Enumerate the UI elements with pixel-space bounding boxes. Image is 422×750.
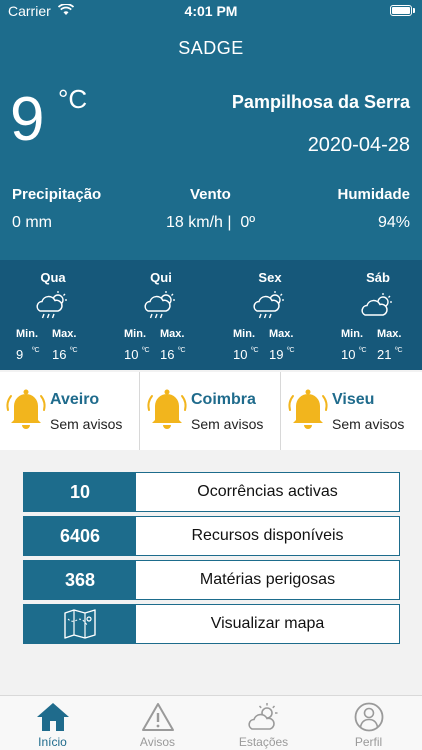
cloud-sun-icon xyxy=(248,703,278,730)
map-icon xyxy=(64,609,96,639)
app-title: SADGE xyxy=(178,38,244,58)
rain-cloud-sun-icon xyxy=(144,291,175,319)
forecast-day: Sáb Min. Max. 10 ºC 21 ºC xyxy=(325,260,422,370)
min-unit: ºC xyxy=(251,347,259,354)
max-label: Max. xyxy=(377,328,402,340)
max-temp: 16 xyxy=(160,347,175,362)
bell-icon xyxy=(147,389,187,429)
hazardous-materials-count: 368 xyxy=(24,561,136,599)
forecast-day: Qui Min. Max. 10 ºC 16 ºC xyxy=(108,260,214,370)
hazardous-materials-button[interactable]: 368 Matérias perigosas xyxy=(23,560,400,600)
precipitation-value: 0 mm xyxy=(12,214,52,231)
alert-card-coimbra[interactable]: Coimbra Sem avisos xyxy=(141,372,281,450)
current-temperature: 9 xyxy=(10,85,45,154)
user-icon xyxy=(354,702,384,732)
min-unit: ºC xyxy=(359,347,367,354)
humidity-label: Humidade xyxy=(337,186,410,203)
max-temp: 19 xyxy=(269,347,284,362)
active-occurrences-count: 10 xyxy=(24,473,136,511)
active-occurrences-button[interactable]: 10 Ocorrências activas xyxy=(23,472,400,512)
status-bar: Carrier 4:01 PM xyxy=(0,0,422,22)
alert-card-aveiro[interactable]: Aveiro Sem avisos xyxy=(0,372,140,450)
home-icon xyxy=(37,703,69,731)
city-name: Pampilhosa da Serra xyxy=(231,92,410,112)
alert-district-name: Aveiro xyxy=(50,391,100,408)
temperature-unit: °C xyxy=(58,84,88,114)
max-unit: ºC xyxy=(287,347,295,354)
max-temp: 21 xyxy=(377,347,392,362)
max-label: Max. xyxy=(160,328,185,340)
min-label: Min. xyxy=(233,328,255,340)
tab-inicio[interactable]: Início xyxy=(0,696,105,750)
bell-icon xyxy=(288,389,328,429)
max-unit: ºC xyxy=(70,347,78,354)
alert-card-viseu[interactable]: Viseu Sem avisos xyxy=(282,372,422,450)
available-resources-count: 6406 xyxy=(24,517,136,555)
forecast-day: Sex Min. Max. 10 ºC 19 ºC xyxy=(217,260,323,370)
min-temp: 10 xyxy=(124,347,139,362)
tab-label: Avisos xyxy=(139,735,176,749)
alert-status: Sem avisos xyxy=(50,416,123,432)
active-occurrences-label: Ocorrências activas xyxy=(197,483,338,500)
rain-cloud-sun-icon xyxy=(253,291,284,319)
tab-label: Perfil xyxy=(354,735,383,749)
max-temp: 16 xyxy=(52,347,67,362)
max-label: Max. xyxy=(52,328,77,340)
alert-status: Sem avisos xyxy=(332,416,405,432)
warning-icon xyxy=(142,703,174,731)
current-date: 2020-04-28 xyxy=(307,134,410,156)
min-temp: 10 xyxy=(233,347,248,362)
min-unit: ºC xyxy=(142,347,150,354)
min-unit: ºC xyxy=(32,347,40,354)
max-label: Max. xyxy=(269,328,294,340)
tab-avisos[interactable]: Avisos xyxy=(105,696,210,750)
min-label: Min. xyxy=(341,328,363,340)
min-label: Min. xyxy=(16,328,38,340)
alert-district-name: Coimbra xyxy=(191,391,256,408)
map-icon-cell xyxy=(24,605,136,643)
min-temp: 9 xyxy=(16,347,24,362)
humidity-value: 94% xyxy=(377,214,410,231)
cloud-sun-icon xyxy=(361,293,392,316)
min-label: Min. xyxy=(124,328,146,340)
forecast-day-name: Qui xyxy=(150,270,172,285)
min-temp: 10 xyxy=(341,347,356,362)
battery-icon xyxy=(390,5,415,16)
available-resources-button[interactable]: 6406 Recursos disponíveis xyxy=(23,516,400,556)
alert-status: Sem avisos xyxy=(191,416,264,432)
view-map-button[interactable]: Visualizar mapa xyxy=(23,604,400,644)
forecast-strip: Qua Min. Max. 9 ºC 16 ºC Qui Min. Max. 1… xyxy=(0,260,422,370)
tab-bar: Início Avisos Estações Perfil xyxy=(0,695,422,750)
forecast-day-name: Sáb xyxy=(366,270,390,285)
tab-label: Estações xyxy=(238,735,289,749)
hazardous-materials-label: Matérias perigosas xyxy=(199,571,336,588)
wind-value: 18 km/h | 0º xyxy=(166,214,256,231)
wind-label: Vento xyxy=(190,186,231,203)
forecast-day-name: Qua xyxy=(40,270,66,285)
available-resources-label: Recursos disponíveis xyxy=(191,527,344,544)
alert-district-name: Viseu xyxy=(332,391,375,408)
tab-perfil[interactable]: Perfil xyxy=(316,696,421,750)
bell-icon xyxy=(6,389,46,429)
district-alerts: Aveiro Sem avisos Coimbra Sem avisos Vis… xyxy=(0,372,422,450)
max-unit: ºC xyxy=(178,347,186,354)
tab-label: Início xyxy=(38,735,67,749)
weather-header: SADGE 9 °C Pampilhosa da Serra 2020-04-2… xyxy=(0,22,422,260)
precipitation-label: Precipitação xyxy=(12,186,102,203)
forecast-day: Qua Min. Max. 9 ºC 16 ºC xyxy=(0,260,106,370)
rain-cloud-sun-icon xyxy=(36,291,67,319)
forecast-day-name: Sex xyxy=(258,270,282,285)
clock: 4:01 PM xyxy=(184,3,238,19)
max-unit: ºC xyxy=(395,347,403,354)
tab-estacoes[interactable]: Estações xyxy=(211,696,316,750)
view-map-label: Visualizar mapa xyxy=(210,615,325,632)
